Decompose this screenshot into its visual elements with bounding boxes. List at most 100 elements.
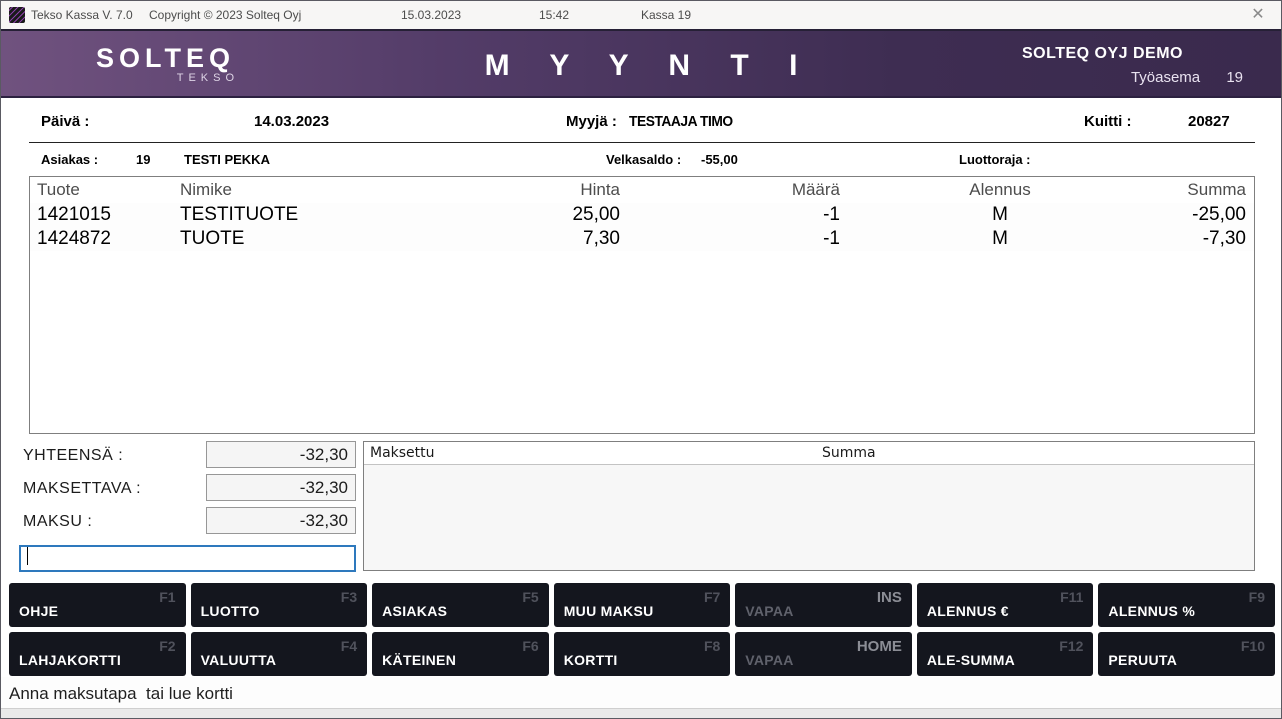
discount-sum-button[interactable]: ALE-SUMMA F12 bbox=[917, 632, 1094, 676]
date-label: Päivä : bbox=[41, 113, 89, 130]
column-header-product: Tuote bbox=[30, 180, 180, 200]
system-time: 15:42 bbox=[539, 8, 569, 22]
column-header-price: Hinta bbox=[460, 180, 620, 200]
pos-window: Tekso Kassa V. 7.0 Copyright © 2023 Solt… bbox=[0, 0, 1282, 719]
credit-button[interactable]: LUOTTO F3 bbox=[191, 583, 368, 627]
payable-value-field: -32,30 bbox=[206, 474, 356, 501]
payments-panel: Maksettu Summa bbox=[363, 441, 1255, 571]
customer-button[interactable]: ASIAKAS F5 bbox=[372, 583, 549, 627]
column-header-sum: Summa bbox=[1160, 180, 1254, 200]
button-label: VAPAA bbox=[745, 603, 793, 619]
cell-name: TUOTE bbox=[180, 228, 460, 250]
discount-eur-button[interactable]: ALENNUS € F11 bbox=[917, 583, 1094, 627]
credit-limit-label: Luottoraja : bbox=[959, 152, 1031, 167]
status-bar: Anna maksutapa tai lue kortti bbox=[1, 677, 1281, 708]
register-number: Kassa 19 bbox=[641, 8, 691, 22]
currency-button[interactable]: VALUUTTA F4 bbox=[191, 632, 368, 676]
shortcut-key-label: F3 bbox=[341, 589, 357, 605]
column-header-qty: Määrä bbox=[620, 180, 840, 200]
close-icon[interactable]: ✕ bbox=[1245, 4, 1271, 26]
cell-price: 7,30 bbox=[460, 228, 620, 250]
workstation-label: Työasema bbox=[1131, 69, 1200, 86]
total-value-field: -32,30 bbox=[206, 441, 356, 468]
shortcut-key-label: F9 bbox=[1249, 589, 1265, 605]
shortcut-key-label: F7 bbox=[704, 589, 720, 605]
date-value: 14.03.2023 bbox=[254, 113, 329, 130]
shortcut-key-label: F5 bbox=[522, 589, 538, 605]
system-date: 15.03.2023 bbox=[401, 8, 461, 22]
shortcut-key-label: F12 bbox=[1059, 638, 1083, 654]
table-row[interactable]: 1421015 TESTITUOTE 25,00 -1 M -25,00 bbox=[30, 203, 1254, 227]
window-bottom-edge bbox=[1, 708, 1281, 719]
cell-sum: -7,30 bbox=[1160, 228, 1254, 250]
button-label: OHJE bbox=[19, 603, 58, 619]
payment-entry-input[interactable] bbox=[19, 545, 356, 572]
cell-price: 25,00 bbox=[460, 204, 620, 226]
receipt-value: 20827 bbox=[1188, 113, 1230, 130]
cancel-button[interactable]: PERUUTA F10 bbox=[1098, 632, 1275, 676]
customer-info-row: Asiakas : 19 TESTI PEKKA Velkasaldo : -5… bbox=[1, 143, 1281, 176]
button-label: ALE-SUMMA bbox=[927, 652, 1015, 668]
discount-pct-button[interactable]: ALENNUS % F9 bbox=[1098, 583, 1275, 627]
cell-product: 1424872 bbox=[30, 228, 180, 250]
button-label: ALENNUS % bbox=[1108, 603, 1195, 619]
button-label: ASIAKAS bbox=[382, 603, 447, 619]
button-label: VAPAA bbox=[745, 652, 793, 668]
card-button[interactable]: KORTTI F8 bbox=[554, 632, 731, 676]
payment-value-field: -32,30 bbox=[206, 507, 356, 534]
other-payment-button[interactable]: MUU MAKSU F7 bbox=[554, 583, 731, 627]
cell-qty: -1 bbox=[620, 204, 840, 226]
payment-label: MAKSU : bbox=[23, 513, 92, 531]
function-key-grid: OHJE F1 LUOTTO F3 ASIAKAS F5 MUU MAKSU F… bbox=[9, 583, 1275, 677]
shortcut-key-label: INS bbox=[877, 589, 902, 606]
free-button-ins: VAPAA INS bbox=[735, 583, 912, 627]
button-label: PERUUTA bbox=[1108, 652, 1177, 668]
column-header-discount: Alennus bbox=[840, 180, 1160, 200]
gift-card-button[interactable]: LAHJAKORTTI F2 bbox=[9, 632, 186, 676]
title-bar: Tekso Kassa V. 7.0 Copyright © 2023 Solt… bbox=[1, 1, 1281, 29]
receipt-label: Kuitti : bbox=[1084, 113, 1131, 130]
customer-number: 19 bbox=[136, 152, 150, 167]
shortcut-key-label: F6 bbox=[522, 638, 538, 654]
sale-info-row: Päivä : 14.03.2023 Myyjä : TESTAAJA TIMO… bbox=[1, 98, 1281, 142]
window-title: Tekso Kassa V. 7.0 bbox=[31, 8, 133, 22]
debt-label: Velkasaldo : bbox=[606, 152, 681, 167]
cell-sum: -25,00 bbox=[1160, 204, 1254, 226]
debt-value: -55,00 bbox=[701, 152, 738, 167]
table-row[interactable]: 1424872 TUOTE 7,30 -1 M -7,30 bbox=[30, 227, 1254, 251]
shortcut-key-label: F10 bbox=[1241, 638, 1265, 654]
sum-column-header: Summa bbox=[822, 445, 876, 461]
shortcut-key-label: HOME bbox=[857, 638, 902, 655]
free-button-home: VAPAA HOME bbox=[735, 632, 912, 676]
shortcut-key-label: F4 bbox=[341, 638, 357, 654]
cell-product: 1421015 bbox=[30, 204, 180, 226]
cell-discount: M bbox=[840, 204, 1160, 226]
workstation-value: 19 bbox=[1226, 69, 1243, 86]
workstation-info: Työasema 19 bbox=[1131, 69, 1243, 86]
payments-panel-header: Maksettu Summa bbox=[364, 442, 1254, 465]
button-label: ALENNUS € bbox=[927, 603, 1009, 619]
seller-value: TESTAAJA TIMO bbox=[629, 113, 733, 130]
shortcut-key-label: F1 bbox=[159, 589, 175, 605]
button-label: VALUUTTA bbox=[201, 652, 277, 668]
help-button[interactable]: OHJE F1 bbox=[9, 583, 186, 627]
paid-column-header: Maksettu bbox=[370, 445, 435, 461]
app-header: SOLTEQ TEKSO M Y Y N T I SOLTEQ OYJ DEMO… bbox=[1, 29, 1281, 98]
cell-discount: M bbox=[840, 228, 1160, 250]
items-table-header: Tuote Nimike Hinta Määrä Alennus Summa bbox=[30, 177, 1254, 203]
total-label: YHTEENSÄ : bbox=[23, 447, 123, 465]
button-label: LAHJAKORTTI bbox=[19, 652, 121, 668]
button-label: LUOTTO bbox=[201, 603, 260, 619]
cell-name: TESTITUOTE bbox=[180, 204, 460, 226]
cash-button[interactable]: KÄTEINEN F6 bbox=[372, 632, 549, 676]
receipt-items-table: Tuote Nimike Hinta Määrä Alennus Summa 1… bbox=[29, 176, 1255, 434]
shortcut-key-label: F11 bbox=[1060, 589, 1083, 605]
seller-label: Myyjä : bbox=[566, 113, 617, 130]
payable-label: MAKSETTAVA : bbox=[23, 480, 141, 498]
copyright-text: Copyright © 2023 Solteq Oyj bbox=[149, 8, 301, 22]
status-message: Anna maksutapa tai lue kortti bbox=[9, 684, 233, 704]
button-label: KÄTEINEN bbox=[382, 652, 456, 668]
store-name: SOLTEQ OYJ DEMO bbox=[1022, 45, 1183, 63]
text-caret bbox=[27, 547, 28, 565]
shortcut-key-label: F8 bbox=[704, 638, 720, 654]
